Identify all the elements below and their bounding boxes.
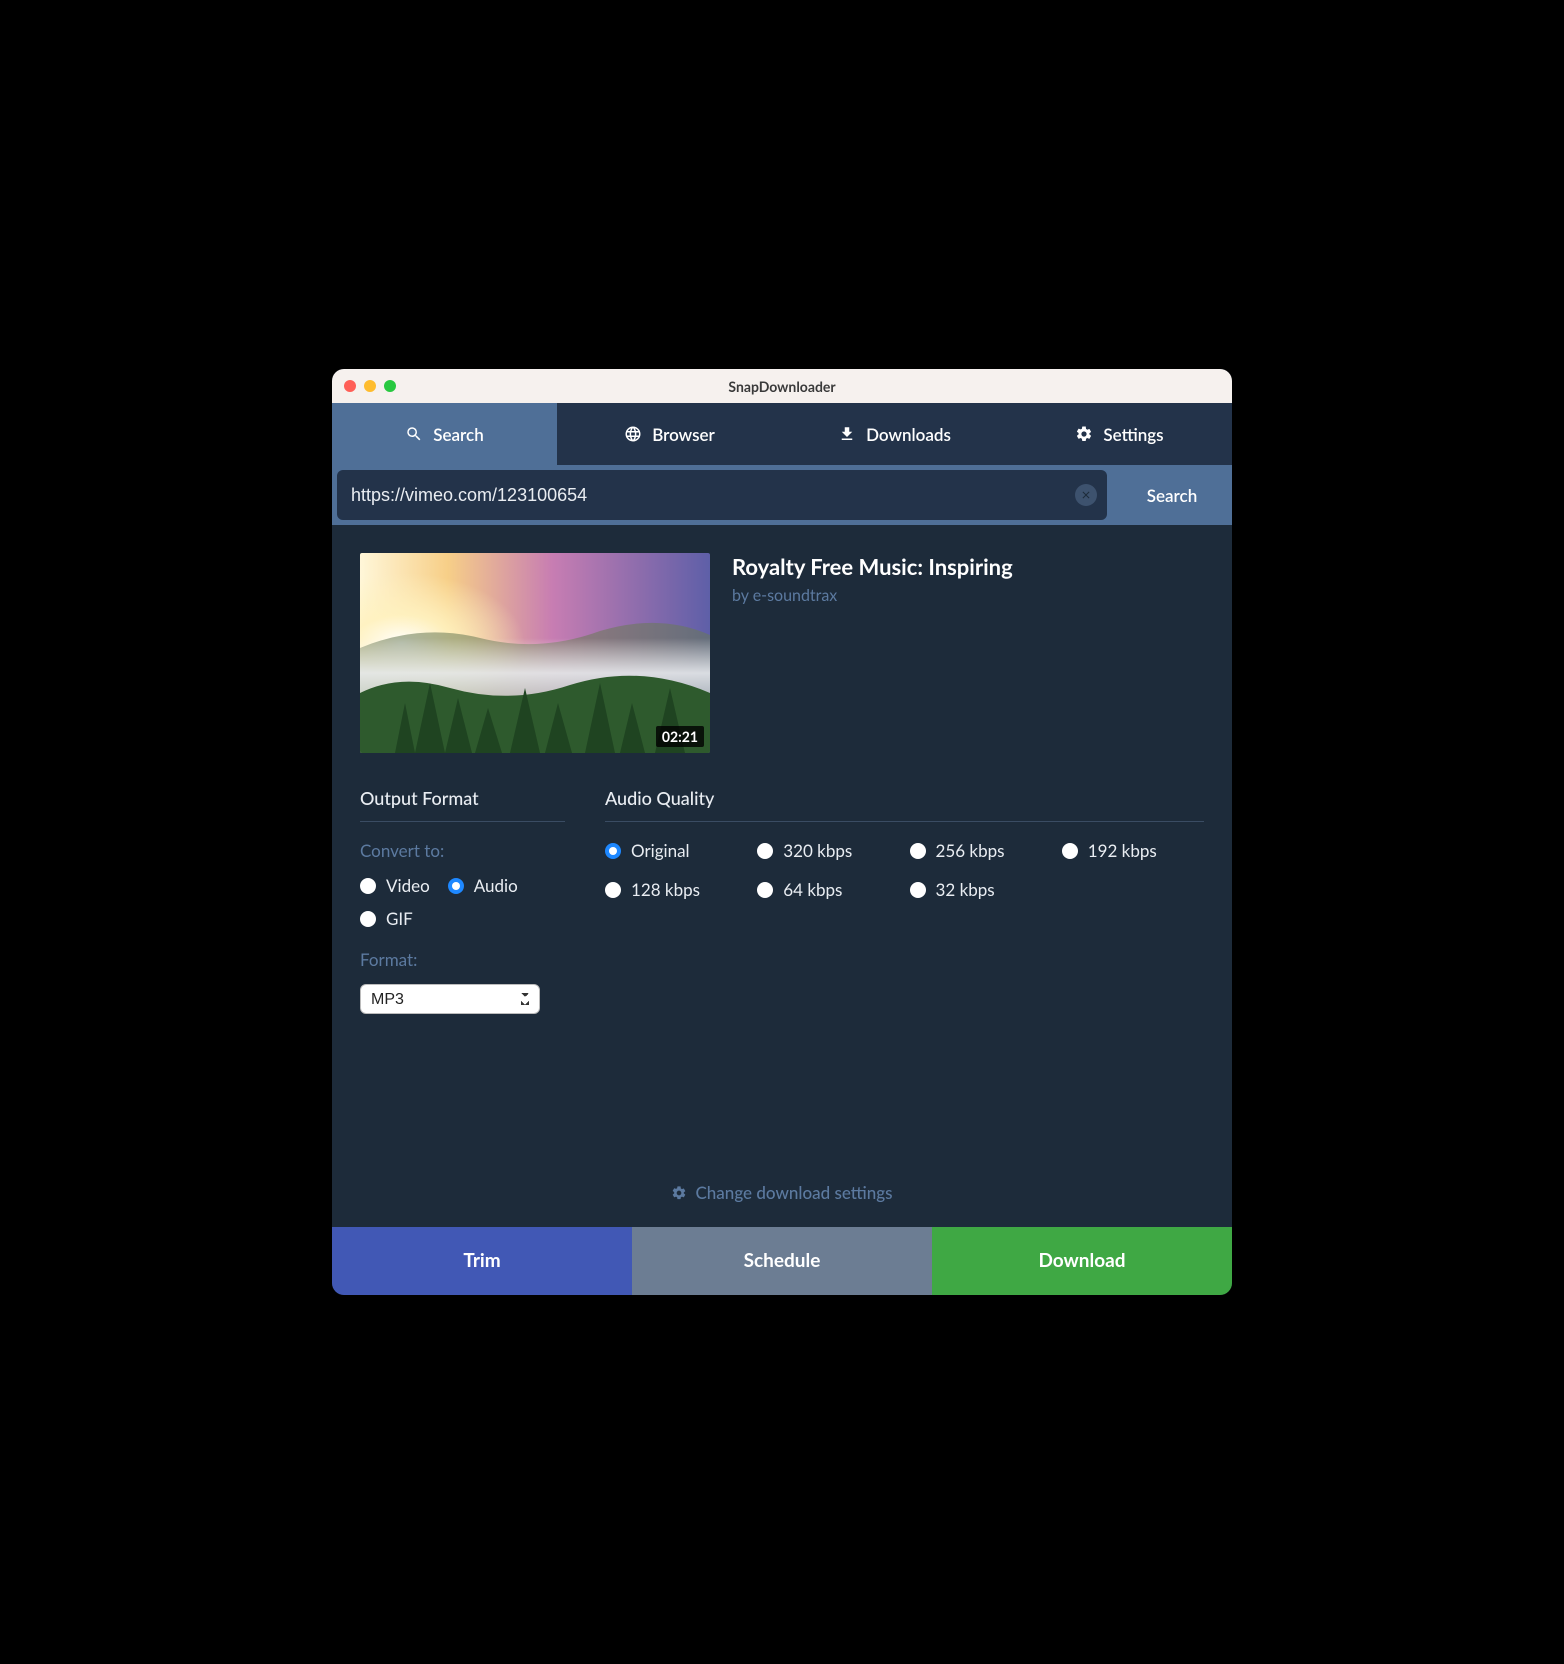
tab-settings-label: Settings — [1103, 424, 1163, 445]
search-button-label: Search — [1147, 485, 1197, 506]
quality-option-256[interactable]: 256 kbps — [910, 840, 1052, 861]
quality-options: Original 320 kbps 256 kbps 192 kbps — [605, 840, 1204, 900]
radio-icon — [448, 878, 464, 894]
convert-option-video[interactable]: Video — [360, 875, 430, 896]
options-row: Output Format Convert to: Video Audio GI… — [360, 787, 1204, 1014]
schedule-button[interactable]: Schedule — [632, 1227, 932, 1295]
quality-option-original[interactable]: Original — [605, 840, 747, 861]
radio-icon — [360, 911, 376, 927]
app-window: SnapDownloader Search Browser Downloads … — [332, 369, 1232, 1295]
quality-option-64[interactable]: 64 kbps — [757, 879, 899, 900]
quality-option-32[interactable]: 32 kbps — [910, 879, 1052, 900]
change-settings-row: Change download settings — [360, 1154, 1204, 1227]
download-icon — [838, 425, 856, 443]
window-title: SnapDownloader — [332, 378, 1232, 395]
quality-label: 256 kbps — [936, 840, 1005, 861]
change-settings-label: Change download settings — [695, 1182, 892, 1203]
globe-icon — [624, 425, 642, 443]
url-input-wrap — [337, 470, 1107, 520]
window-controls — [344, 380, 396, 392]
format-label: Format: — [360, 949, 565, 970]
gear-icon — [1075, 425, 1093, 443]
tab-settings[interactable]: Settings — [1007, 403, 1232, 465]
quality-label: 192 kbps — [1088, 840, 1157, 861]
fullscreen-window-button[interactable] — [384, 380, 396, 392]
media-row: 02:21 Royalty Free Music: Inspiring by e… — [360, 553, 1204, 753]
radio-icon — [605, 882, 621, 898]
convert-gif-label: GIF — [386, 908, 413, 929]
trim-button[interactable]: Trim — [332, 1227, 632, 1295]
content-area: 02:21 Royalty Free Music: Inspiring by e… — [332, 525, 1232, 1227]
convert-audio-label: Audio — [474, 875, 518, 896]
convert-to-label: Convert to: — [360, 840, 565, 861]
output-format-section: Output Format Convert to: Video Audio GI… — [360, 787, 565, 1014]
video-title: Royalty Free Music: Inspiring — [732, 553, 1013, 580]
thumbnail-image — [360, 553, 710, 753]
tab-search-label: Search — [433, 424, 483, 445]
quality-option-192[interactable]: 192 kbps — [1062, 840, 1204, 861]
radio-icon — [910, 843, 926, 859]
search-bar: Search — [332, 465, 1232, 525]
download-label: Download — [1038, 1249, 1125, 1272]
quality-label: 128 kbps — [631, 879, 700, 900]
minimize-window-button[interactable] — [364, 380, 376, 392]
close-icon — [1080, 489, 1092, 501]
radio-icon — [910, 882, 926, 898]
clear-input-button[interactable] — [1075, 484, 1097, 506]
quality-option-320[interactable]: 320 kbps — [757, 840, 899, 861]
download-button[interactable]: Download — [932, 1227, 1232, 1295]
audio-quality-title: Audio Quality — [605, 787, 1204, 822]
tab-browser-label: Browser — [652, 424, 715, 445]
video-thumbnail[interactable]: 02:21 — [360, 553, 710, 753]
video-meta: Royalty Free Music: Inspiring by e-sound… — [732, 553, 1013, 753]
change-download-settings-link[interactable]: Change download settings — [671, 1182, 892, 1203]
tab-downloads-label: Downloads — [866, 424, 951, 445]
quality-label: 64 kbps — [783, 879, 842, 900]
tab-downloads[interactable]: Downloads — [782, 403, 1007, 465]
audio-quality-section: Audio Quality Original 320 kbps 256 kbps — [605, 787, 1204, 1014]
tab-browser[interactable]: Browser — [557, 403, 782, 465]
radio-icon — [360, 878, 376, 894]
schedule-label: Schedule — [744, 1249, 821, 1272]
video-duration: 02:21 — [656, 726, 704, 747]
titlebar: SnapDownloader — [332, 369, 1232, 403]
video-author: by e-soundtrax — [732, 586, 1013, 605]
format-select[interactable]: MP3 — [360, 984, 540, 1014]
gear-icon — [671, 1185, 687, 1201]
radio-icon — [757, 882, 773, 898]
output-format-title: Output Format — [360, 787, 565, 822]
trim-label: Trim — [463, 1249, 500, 1272]
radio-icon — [605, 843, 621, 859]
footer-actions: Trim Schedule Download — [332, 1227, 1232, 1295]
radio-icon — [1062, 843, 1078, 859]
quality-label: Original — [631, 840, 690, 861]
convert-video-label: Video — [386, 875, 430, 896]
url-input[interactable] — [351, 485, 1075, 506]
convert-option-gif[interactable]: GIF — [360, 908, 413, 929]
close-window-button[interactable] — [344, 380, 356, 392]
convert-option-audio[interactable]: Audio — [448, 875, 518, 896]
main-tabs: Search Browser Downloads Settings — [332, 403, 1232, 465]
quality-label: 320 kbps — [783, 840, 852, 861]
search-icon — [405, 425, 423, 443]
convert-options: Video Audio GIF — [360, 875, 565, 929]
quality-option-128[interactable]: 128 kbps — [605, 879, 747, 900]
quality-label: 32 kbps — [936, 879, 995, 900]
search-button[interactable]: Search — [1112, 465, 1232, 525]
tab-search[interactable]: Search — [332, 403, 557, 465]
radio-icon — [757, 843, 773, 859]
